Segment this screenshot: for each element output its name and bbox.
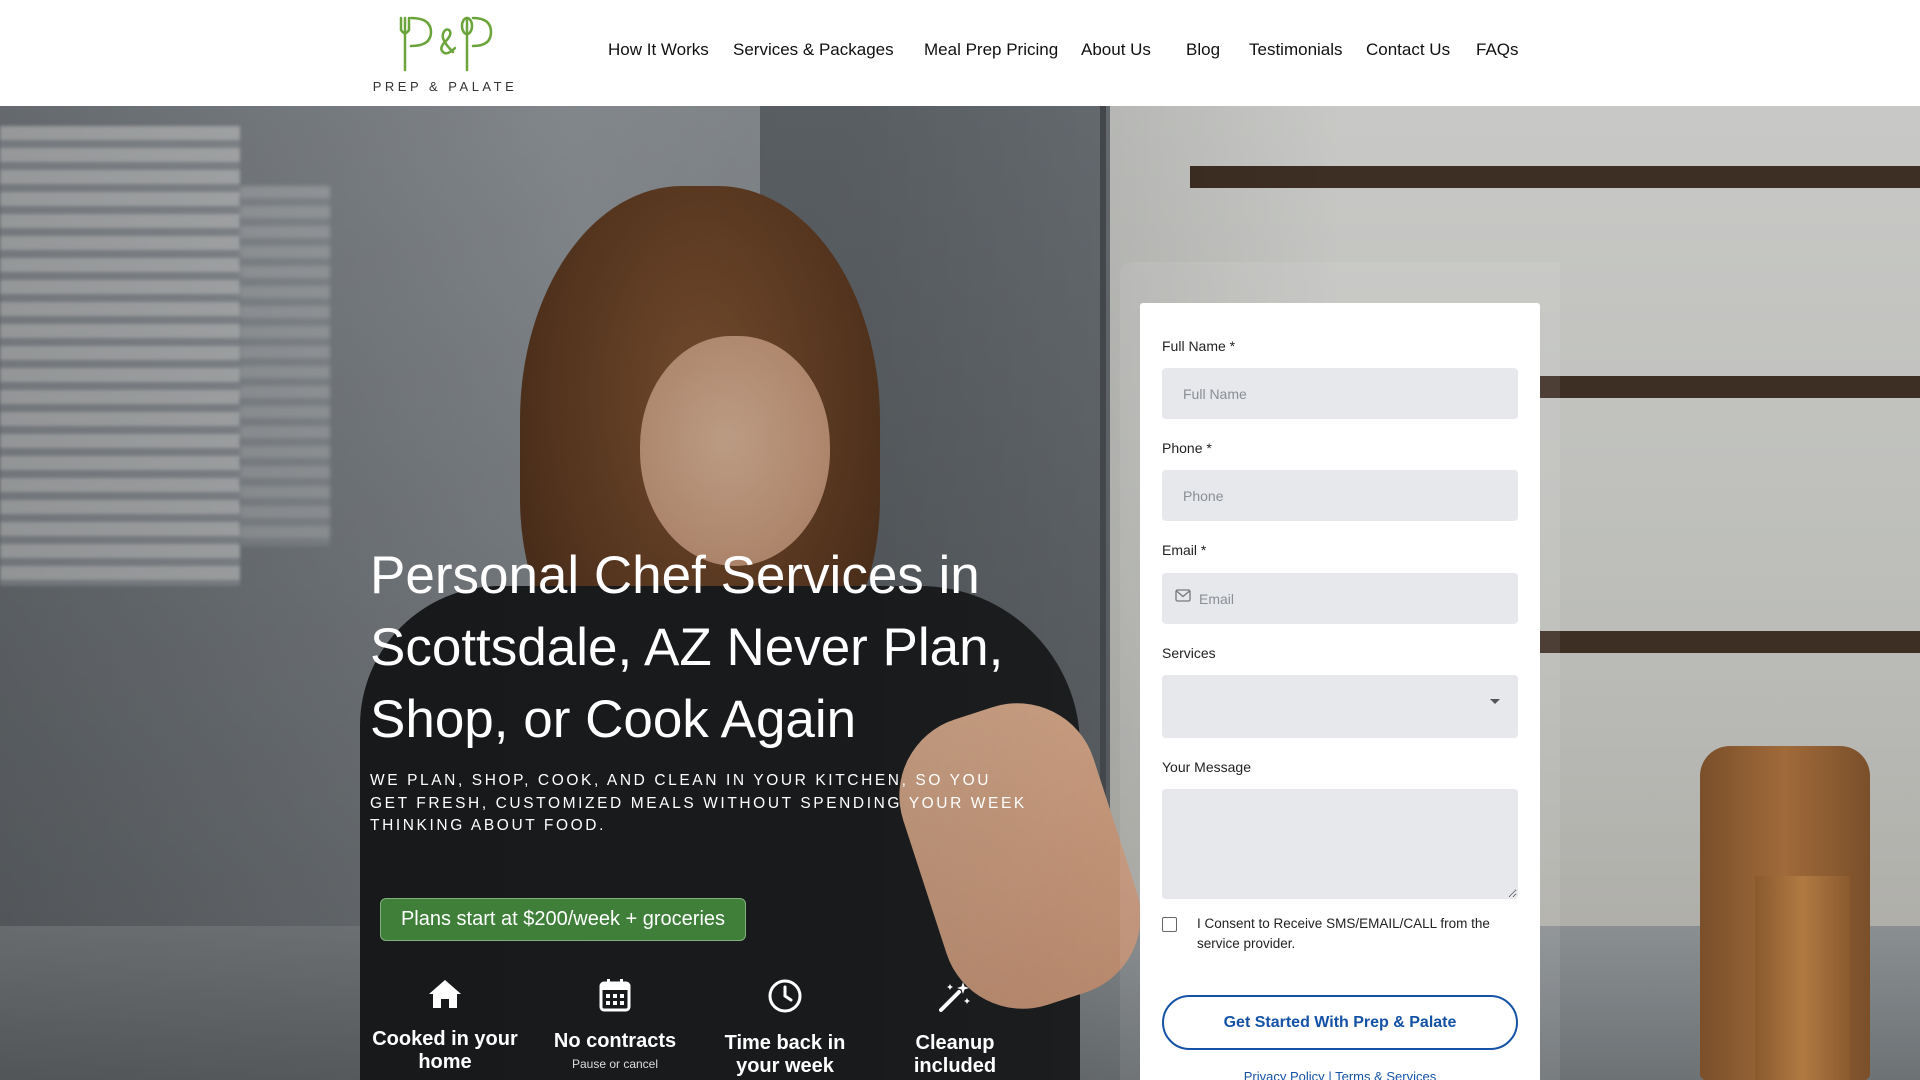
nav-contact-us[interactable]: Contact Us <box>1366 40 1450 60</box>
feature-time-back: Time back in your week <box>710 978 860 1078</box>
feature-cleanup-included: Cleanup included <box>880 978 1030 1078</box>
feature-subtitle: Pause or cancel <box>571 1057 659 1071</box>
nav-faqs[interactable]: FAQs <box>1476 40 1519 60</box>
hero-section: Personal Chef Services in Scottsdale, AZ… <box>0 106 1920 1080</box>
nav-blog[interactable]: Blog <box>1186 40 1220 60</box>
services-label: Services <box>1162 645 1216 661</box>
email-input[interactable] <box>1162 573 1518 624</box>
contact-form: Full Name * Phone * Email * Services You… <box>1140 303 1540 1080</box>
logo-wordmark: PREP & PALATE <box>372 79 518 94</box>
clock-icon <box>768 979 802 1013</box>
feature-cooked-in-home: Cooked in your home <box>370 978 520 1074</box>
hero-subtitle: We plan, shop, cook, and clean in your k… <box>370 772 1027 834</box>
feature-title: Time back in your week <box>724 1032 846 1077</box>
policy-links: Privacy Policy | Terms & Services <box>1140 1069 1540 1080</box>
magic-wand-icon <box>939 982 970 1012</box>
nav-testimonials[interactable]: Testimonials <box>1249 40 1343 60</box>
nav-services-packages[interactable]: Services & Packages <box>733 40 894 60</box>
nav-about-us[interactable]: About Us <box>1081 40 1151 60</box>
message-label: Your Message <box>1162 759 1251 775</box>
feature-title: No contracts <box>553 1030 677 1052</box>
hero-title: Personal Chef Services in Scottsdale, AZ… <box>370 546 1004 749</box>
phone-input[interactable] <box>1162 470 1518 521</box>
feature-no-contracts: No contracts Pause or cancel <box>540 978 690 1071</box>
feature-title: Cleanup included <box>913 1032 997 1077</box>
home-icon <box>429 980 461 1008</box>
get-started-button[interactable]: Get Started With Prep & Palate <box>1162 995 1518 1050</box>
nav-how-it-works[interactable]: How It Works <box>608 40 709 60</box>
chevron-down-icon <box>1490 699 1500 704</box>
message-textarea[interactable] <box>1162 789 1518 899</box>
feature-title: Cooked in your home <box>372 1028 518 1073</box>
nav-meal-prep-pricing[interactable]: Meal Prep Pricing <box>924 40 1058 60</box>
consent-checkbox[interactable] <box>1162 917 1177 932</box>
mail-icon <box>1175 589 1191 602</box>
privacy-policy-link[interactable]: Privacy Policy <box>1244 1069 1325 1080</box>
calendar-icon <box>599 979 631 1012</box>
services-select[interactable] <box>1162 675 1518 738</box>
site-header: PREP & PALATE How It Works Services & Pa… <box>0 0 1920 106</box>
email-label: Email * <box>1162 542 1207 558</box>
consent-text: I Consent to Receive SMS/EMAIL/CALL from… <box>1197 916 1490 951</box>
terms-link[interactable]: Terms & Services <box>1335 1069 1436 1080</box>
phone-label: Phone * <box>1162 440 1212 456</box>
full-name-input[interactable] <box>1162 368 1518 419</box>
policy-separator: | <box>1328 1069 1332 1080</box>
pricing-pill[interactable]: Plans start at $200/week + groceries <box>380 898 746 941</box>
full-name-label: Full Name * <box>1162 338 1236 354</box>
main-nav: How It Works Services & Packages Meal Pr… <box>0 40 1920 64</box>
